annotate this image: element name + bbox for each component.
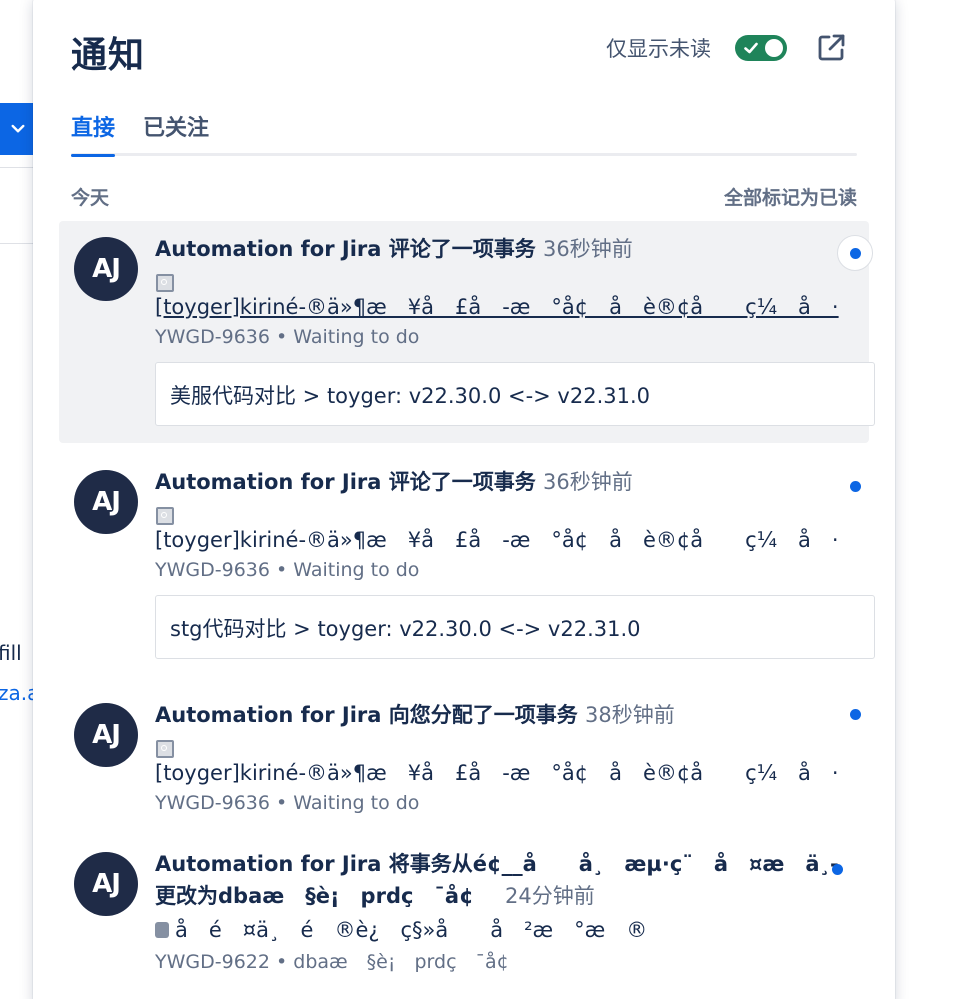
issue-type-icon xyxy=(156,274,174,292)
notification-headline-line-2: 更改为dbaæ §è¡ prdç ¯å¢ 24分钟前 xyxy=(155,882,595,910)
actor-name: Automation for Jira xyxy=(155,703,382,727)
comment-text: stg代码对比 > toyger: v22.30.0 <-> v22.31.0 xyxy=(170,617,641,641)
background-text: fill xyxy=(0,641,22,665)
page: fill za.a 通知 仅显示未读 直接 已关注 今天 全部标记为已读 AJ … xyxy=(0,0,967,999)
issue-meta: YWGD-9636 • Waiting to do xyxy=(155,325,419,349)
action-text: 更改为dbaæ §è¡ prdç ¯å¢ xyxy=(155,884,474,908)
issue-key: YWGD-9636 xyxy=(155,559,270,581)
issue-summary-link[interactable]: [toyger]kiriné-®ä»¶æ ¥å £å -æ °å¢ å è®¢å… xyxy=(155,526,839,554)
issue-status: Waiting to do xyxy=(293,559,420,581)
notification-item[interactable]: AJ Automation for Jira 评论了一项事务 36秒钟前 [to… xyxy=(59,221,875,443)
issue-meta: YWGD-9622 • dbaæ §è¡ prdç ¯å¢ xyxy=(155,950,509,974)
external-link-icon xyxy=(818,34,845,61)
notification-item[interactable]: AJ Automation for Jira 评论了一项事务 36秒钟前 [to… xyxy=(59,458,875,668)
issue-summary-text: å é ¤ä¸ é ®è¿ ç§»å å ²æ °æ ® xyxy=(175,918,648,942)
notification-item[interactable]: AJ Automation for Jira 向您分配了一项事务 38秒钟前 [… xyxy=(59,691,869,821)
background-divider xyxy=(0,243,34,244)
issue-key: YWGD-9636 xyxy=(155,326,270,348)
section-label-today: 今天 xyxy=(71,187,110,209)
tab-watching[interactable]: 已关注 xyxy=(143,110,209,154)
issue-summary-link[interactable]: [toyger]kiriné-®ä»¶æ ¥å £å -æ °å¢ å è®¢å… xyxy=(155,293,839,321)
notification-item[interactable]: AJ Automation for Jira 将事务从é¢__å å¸ æµ·ç… xyxy=(59,846,869,996)
database-icon xyxy=(155,922,169,938)
comment-preview[interactable]: 美服代码对比 > toyger: v22.30.0 <-> v22.31.0 xyxy=(155,362,875,426)
issue-key: YWGD-9636 xyxy=(155,792,270,814)
panel-title: 通知 xyxy=(71,35,146,76)
notification-headline: Automation for Jira 向您分配了一项事务 38秒钟前 xyxy=(155,701,675,729)
action-text: 评论了一项事务 xyxy=(388,237,536,261)
action-text: 向您分配了一项事务 xyxy=(388,703,578,727)
actor-name: Automation for Jira xyxy=(155,852,382,876)
notifications-panel: 通知 仅显示未读 直接 已关注 今天 全部标记为已读 AJ Automation… xyxy=(33,0,895,999)
unread-dot[interactable] xyxy=(850,709,861,720)
issue-status: Waiting to do xyxy=(293,326,420,348)
action-text: 评论了一项事务 xyxy=(388,470,536,494)
avatar[interactable]: AJ xyxy=(74,852,138,916)
avatar[interactable]: AJ xyxy=(74,470,138,534)
open-in-new-tab-button[interactable] xyxy=(813,30,849,66)
issue-status: Waiting to do xyxy=(293,792,420,814)
meta-separator: • xyxy=(276,326,294,348)
toggle-knob xyxy=(765,39,783,57)
timestamp: 36秒钟前 xyxy=(543,237,633,261)
unread-dot[interactable] xyxy=(832,864,843,875)
notification-headline: Automation for Jira 将事务从é¢__å å¸ æµ·ç¨ å… xyxy=(155,850,839,878)
notification-headline: Automation for Jira 评论了一项事务 36秒钟前 xyxy=(155,235,633,263)
action-text: 将事务从é¢__å å¸ æµ·ç¨ å ¤æ ä¸- xyxy=(388,852,839,876)
avatar[interactable]: AJ xyxy=(74,237,138,301)
notification-headline: Automation for Jira 评论了一项事务 36秒钟前 xyxy=(155,468,633,496)
mark-as-read-button[interactable] xyxy=(837,235,873,271)
avatar[interactable]: AJ xyxy=(74,703,138,767)
issue-status: dbaæ §è¡ prdç ¯å¢ xyxy=(293,951,509,973)
issue-summary-link[interactable]: [toyger]kiriné-®ä»¶æ ¥å £å -æ °å¢ å è®¢å… xyxy=(155,759,839,787)
mark-all-read-link[interactable]: 全部标记为已读 xyxy=(724,183,857,210)
issue-meta: YWGD-9636 • Waiting to do xyxy=(155,558,419,582)
unread-dot[interactable] xyxy=(850,481,861,492)
background-dropdown-button[interactable] xyxy=(0,103,36,155)
meta-separator: • xyxy=(276,792,294,814)
timestamp: 36秒钟前 xyxy=(543,470,633,494)
issue-meta: YWGD-9636 • Waiting to do xyxy=(155,791,419,815)
issue-type-icon xyxy=(156,507,174,525)
actor-name: Automation for Jira xyxy=(155,470,382,494)
unread-only-toggle[interactable] xyxy=(735,35,787,61)
background-divider xyxy=(0,167,34,168)
timestamp: 38秒钟前 xyxy=(585,703,675,727)
unread-dot xyxy=(850,248,861,259)
unread-only-label: 仅显示未读 xyxy=(606,37,711,61)
meta-separator: • xyxy=(276,559,294,581)
comment-preview[interactable]: stg代码对比 > toyger: v22.30.0 <-> v22.31.0 xyxy=(155,595,875,659)
notification-tabs: 直接 已关注 xyxy=(71,110,857,157)
comment-text: 美服代码对比 > toyger: v22.30.0 <-> v22.31.0 xyxy=(170,384,651,408)
chevron-down-icon xyxy=(11,124,25,133)
check-icon xyxy=(744,42,758,54)
issue-summary-link[interactable]: å é ¤ä¸ é ®è¿ ç§»å å ²æ °æ ® xyxy=(155,916,647,944)
issue-type-icon xyxy=(156,740,174,758)
meta-separator: • xyxy=(276,951,294,973)
timestamp: 24分钟前 xyxy=(505,884,595,908)
tab-direct[interactable]: 直接 xyxy=(71,110,116,157)
actor-name: Automation for Jira xyxy=(155,237,382,261)
issue-key: YWGD-9622 xyxy=(155,951,270,973)
